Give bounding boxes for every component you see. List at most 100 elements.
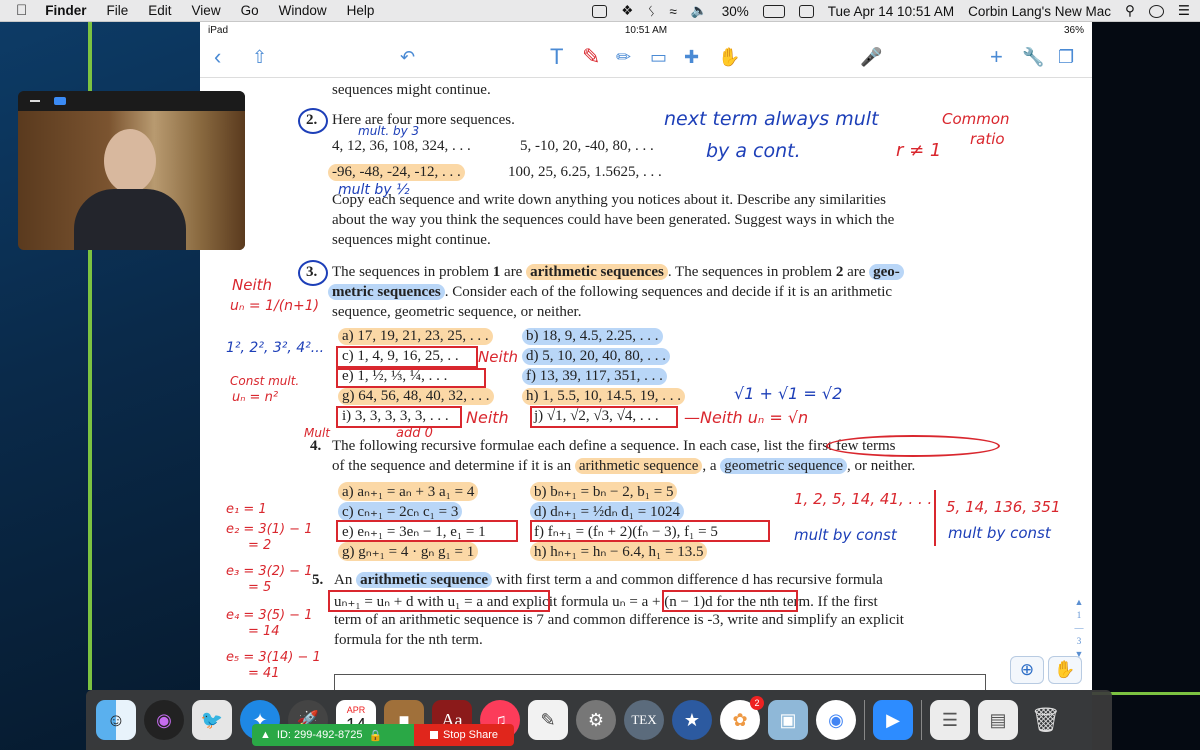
battery-percent[interactable]: 30% xyxy=(722,4,749,19)
siri-icon[interactable] xyxy=(1148,4,1164,18)
item-4g: g) gₙ₊₁ = 4 · gₙ g₁ = 1 xyxy=(338,542,479,561)
geogebra-icon[interactable]: ★ xyxy=(672,700,712,740)
box-annotation xyxy=(530,406,678,428)
doc-line: sequences might continue. xyxy=(332,82,491,98)
battery-icon[interactable] xyxy=(762,4,785,18)
menu-go[interactable]: Go xyxy=(241,3,259,18)
arithmetic-term: arithmetic sequence xyxy=(356,572,492,588)
menu-window[interactable]: Window xyxy=(279,3,327,18)
menubar-clock[interactable]: Tue Apr 14 10:51 AM xyxy=(828,4,954,19)
zoom-share-bar: ▲ ID: 299-492-8725 🔒 Stop Share xyxy=(252,724,514,746)
dropbox-icon[interactable]: ❖ xyxy=(621,3,633,19)
document-stack-icon[interactable]: ☰ xyxy=(930,700,970,740)
menu-help[interactable]: Help xyxy=(347,3,375,18)
handwritten-work: e₅ = 3(14) − 1 xyxy=(226,650,321,665)
textedit-icon[interactable]: ✎ xyxy=(528,700,568,740)
arithmetic-term: arithmetic sequence xyxy=(574,458,703,474)
menu-edit[interactable]: Edit xyxy=(148,3,171,18)
undo-icon[interactable]: ↶ xyxy=(400,44,415,70)
screenshot-stack-icon[interactable]: ▤ xyxy=(978,700,1018,740)
item-3b: b) 18, 9, 4.5, 2.25, . . . xyxy=(522,328,663,345)
desktop-wallpaper-right xyxy=(1092,22,1200,750)
problem-5-line1: An arithmetic sequence with first term a… xyxy=(334,572,883,589)
geometric-term: metric sequences xyxy=(328,284,445,300)
wrench-icon[interactable]: 🔧 xyxy=(1022,44,1044,70)
handwritten-work: = 5 xyxy=(248,580,272,595)
minimize-icon[interactable] xyxy=(30,100,40,102)
menu-file[interactable]: File xyxy=(107,3,129,18)
person-shoulders xyxy=(74,189,186,250)
pages-icon[interactable]: ❐ xyxy=(1058,44,1074,70)
spotlight-icon[interactable]: ⚲ xyxy=(1125,3,1135,19)
page-up-icon[interactable]: ▲ xyxy=(1072,596,1086,609)
microphone-icon[interactable]: 🎤 xyxy=(860,44,882,70)
expand-icon[interactable] xyxy=(54,97,66,105)
note-text: next term always mult xyxy=(664,108,879,130)
hand-tool-icon[interactable]: ✋ xyxy=(718,44,740,70)
circle-annotation xyxy=(298,260,328,286)
siri-icon[interactable]: ◉ xyxy=(144,700,184,740)
document-page[interactable]: sequences might continue. 2. Here are fo… xyxy=(200,78,1092,690)
sequence: 100, 25, 6.25, 1.5625, . . . xyxy=(508,164,662,180)
person-head xyxy=(104,129,156,193)
menu-finder[interactable]: Finder xyxy=(45,3,86,18)
tex-icon[interactable]: TEX xyxy=(624,700,664,740)
text-span: An xyxy=(334,572,357,588)
eraser-tool-icon[interactable]: ▭ xyxy=(650,44,667,70)
handwritten-note: r ≠ 1 xyxy=(896,140,942,161)
item-3a: a) 17, 19, 21, 23, 25, . . . xyxy=(338,328,493,345)
stop-share-button[interactable]: Stop Share xyxy=(414,724,514,746)
item-3g: g) 64, 56, 48, 40, 32, . . . xyxy=(338,388,494,405)
user-name[interactable]: Corbin Lang's New Mac xyxy=(968,4,1111,19)
text-span: . The sequences in problem xyxy=(667,264,836,280)
doc-line: sequence, geometric sequence, or neither… xyxy=(332,304,582,320)
handwritten-note: 1, 2, 5, 14, 41, . . . xyxy=(794,490,933,508)
problem-4-line2: of the sequence and determine if it is a… xyxy=(332,458,915,475)
chrome-icon[interactable]: ◉ xyxy=(816,700,856,740)
zoom-video-window[interactable] xyxy=(18,91,245,250)
screen-record-icon[interactable] xyxy=(592,4,608,18)
zoom-app-icon[interactable]: ▶ xyxy=(873,700,913,740)
zoom-in-icon[interactable]: ⊕ xyxy=(1010,656,1044,684)
system-preferences-icon[interactable]: ⚙ xyxy=(576,700,616,740)
handwritten-note: —Neith uₙ = √n xyxy=(684,408,809,427)
hand-scroll-icon[interactable]: ✋ xyxy=(1048,656,1082,684)
preview-icon[interactable]: 🐦 xyxy=(192,700,232,740)
add-icon[interactable]: + xyxy=(990,44,1003,70)
box-annotation xyxy=(336,520,518,542)
box-annotation xyxy=(328,590,550,612)
page-number: 1 xyxy=(1076,610,1082,620)
stop-icon xyxy=(429,731,438,739)
doc-line: about the way you think the sequences co… xyxy=(332,212,895,228)
meeting-id[interactable]: ▲ ID: 299-492-8725 🔒 xyxy=(252,724,414,746)
trash-icon[interactable]: 🗑 xyxy=(1026,700,1066,740)
stop-share-label: Stop Share xyxy=(442,729,499,741)
volume-icon[interactable]: 🔈 xyxy=(691,3,708,19)
finder-icon[interactable]: ☺ xyxy=(96,700,136,740)
calendar-icon[interactable] xyxy=(798,4,814,18)
page-indicator[interactable]: ▲ 1 — 3 ▼ xyxy=(1072,596,1086,661)
page-total: 3 xyxy=(1076,636,1082,646)
problem-3-line1: The sequences in problem 1 are arithmeti… xyxy=(332,264,904,281)
notification-center-icon[interactable]: ☰ xyxy=(1178,3,1190,19)
ipad-carrier: iPad xyxy=(208,24,229,36)
share-icon[interactable]: ⇧ xyxy=(252,44,267,70)
box-annotation xyxy=(336,368,486,388)
lasso-tool-icon[interactable]: ✚ xyxy=(684,44,699,70)
wifi-icon[interactable]: ≈ xyxy=(670,4,677,19)
handwritten-work: e₂ = 3(1) − 1 xyxy=(226,522,313,537)
photos-icon[interactable]: ✿ 2 xyxy=(720,696,764,740)
text-tool-icon[interactable]: T xyxy=(550,44,563,70)
apple-menu-icon[interactable]:  xyxy=(16,2,27,19)
back-chevron-icon[interactable]: ‹ xyxy=(214,44,221,70)
handwritten-note: next term always mult xyxy=(664,108,879,130)
handwritten-note: Neith xyxy=(478,348,519,366)
highlighter-tool-icon[interactable]: ✏ xyxy=(616,44,631,70)
image-capture-icon[interactable]: ▣ xyxy=(768,700,808,740)
pen-tool-icon[interactable]: ✎ xyxy=(582,44,600,70)
box-annotation xyxy=(662,590,798,612)
problem-5-line4: formula for the nth term. xyxy=(334,632,483,648)
menu-view[interactable]: View xyxy=(192,3,221,18)
text-span: of the sequence and determine if it is a… xyxy=(332,458,575,474)
bluetooth-icon[interactable]: ᛊ xyxy=(647,4,655,19)
